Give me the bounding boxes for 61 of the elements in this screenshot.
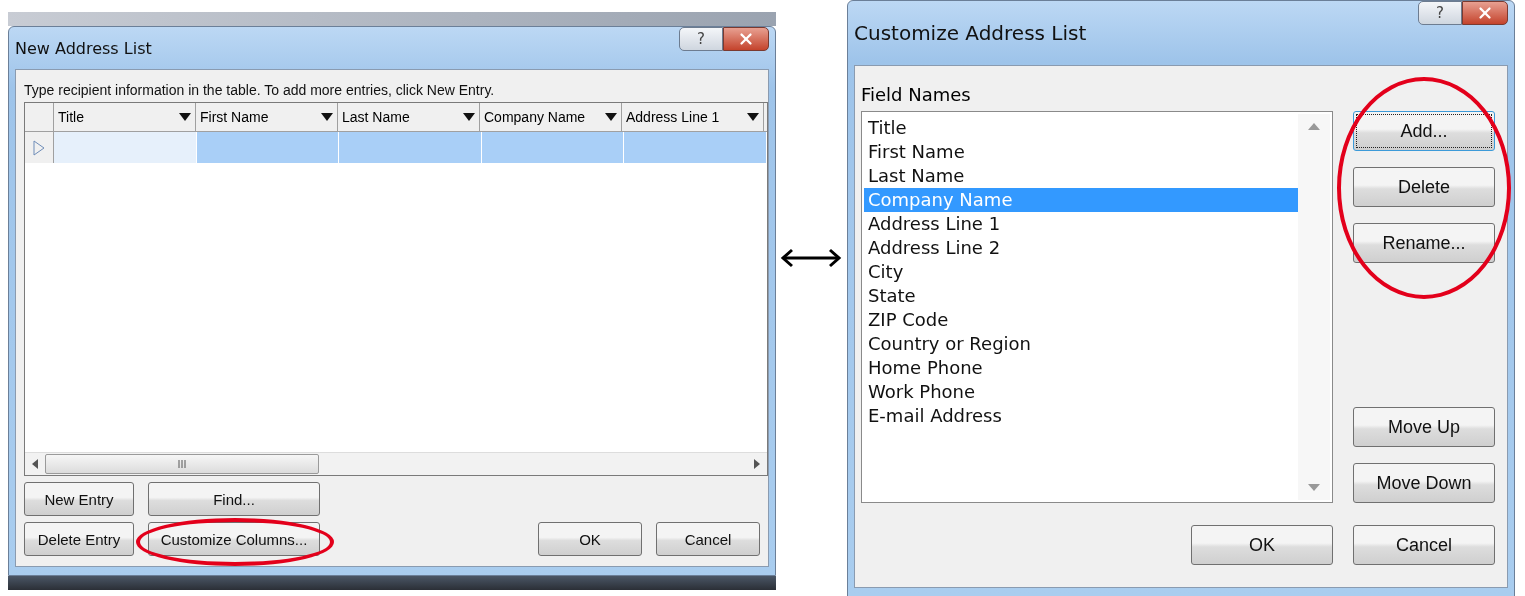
list-item[interactable]: Work Phone [864,380,1298,404]
list-item[interactable]: Last Name [864,164,1298,188]
table-cell[interactable] [481,132,625,163]
list-item[interactable]: ZIP Code [864,308,1298,332]
dialog-button[interactable]: Add... [1353,111,1495,151]
dropdown-arrow-icon[interactable] [463,113,475,121]
table-cell[interactable] [339,132,482,163]
vertical-scrollbar[interactable] [1298,114,1330,500]
list-item[interactable]: Address Line 1 [864,212,1298,236]
list-item[interactable]: Home Phone [864,356,1298,380]
dialog-button[interactable]: Rename... [1353,223,1495,263]
dialog-button[interactable]: Move Down [1353,463,1495,503]
list-item[interactable]: First Name [864,140,1298,164]
scroll-left-icon[interactable] [31,459,39,469]
window-title: New Address List [15,38,152,58]
instruction-text: Type recipient information in the table. To add more entries, click New Entry. [24,82,496,98]
grip-icon [177,460,187,468]
scroll-up-icon[interactable] [1308,122,1320,130]
help-button[interactable]: ? [679,27,723,51]
dialog-button[interactable]: Cancel [1353,525,1495,565]
dialog-button[interactable]: Find... [148,482,320,516]
column-header[interactable]: Title [54,103,196,131]
double-arrow-icon [780,248,842,268]
dialog-button[interactable]: Move Up [1353,407,1495,447]
dialog-button[interactable]: OK [538,522,642,556]
close-icon [1476,4,1494,22]
dropdown-arrow-icon[interactable] [605,113,617,121]
scroll-down-icon[interactable] [1308,484,1320,492]
column-header[interactable]: Address Line 1 [622,103,764,131]
column-header[interactable]: Company Name [480,103,622,131]
list-item[interactable]: Country or Region [864,332,1298,356]
window-title: Customize Address List [854,21,1087,45]
table-cell[interactable] [624,132,767,163]
list-item[interactable]: City [864,260,1298,284]
list-item[interactable]: E-mail Address [864,404,1298,428]
dialog-button[interactable]: Delete [1353,167,1495,207]
column-header[interactable]: First Name [196,103,338,131]
dialog-button[interactable]: Customize Columns... [148,522,320,556]
dialog-button[interactable]: Cancel [656,522,760,556]
scroll-right-icon[interactable] [753,459,761,469]
dropdown-arrow-icon[interactable] [179,113,191,121]
close-button[interactable] [1462,1,1508,25]
dialog-button[interactable]: New Entry [24,482,134,516]
dialog-button[interactable]: OK [1191,525,1333,565]
dropdown-arrow-icon[interactable] [321,113,333,121]
column-header[interactable]: Last Name [338,103,480,131]
dialog-button[interactable]: Delete Entry [24,522,134,556]
dropdown-arrow-icon[interactable] [747,113,759,121]
table-cell[interactable] [53,132,197,163]
close-button[interactable] [723,27,769,51]
list-item[interactable]: Address Line 2 [864,236,1298,260]
list-label: Field Names [861,84,972,105]
list-item[interactable]: State [864,284,1298,308]
close-icon [737,30,755,48]
help-button[interactable]: ? [1418,1,1462,25]
table-cell[interactable] [196,132,340,163]
scrollbar-thumb[interactable] [45,454,319,474]
horizontal-scrollbar[interactable] [25,452,767,475]
list-item[interactable]: Title [864,116,1298,140]
row-pointer-icon [32,139,45,156]
row-selector[interactable] [25,132,54,163]
